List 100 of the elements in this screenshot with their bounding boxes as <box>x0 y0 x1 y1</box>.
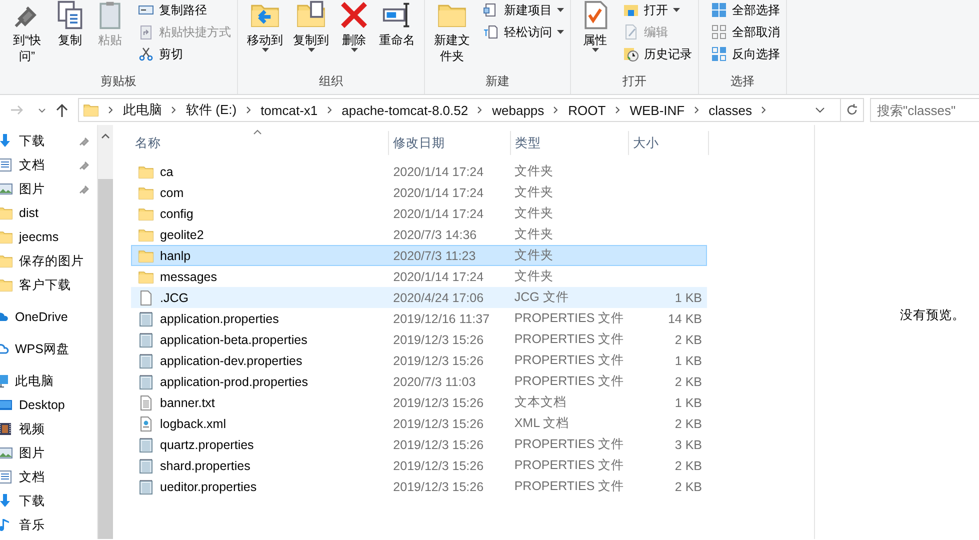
nav-item[interactable]: 下载 <box>0 489 97 513</box>
folder-icon <box>83 102 99 118</box>
nav-item[interactable]: 图片 <box>0 177 97 201</box>
ribbon-button[interactable]: 到“快问” <box>6 0 48 70</box>
address-bar[interactable]: 此电脑 软件 (E:) tomcat-x1 apache-tomcat-8.0.52 webapps ROOT WEB-INF classes <box>78 98 864 122</box>
ribbon-button[interactable]: 轻松访问 <box>483 23 564 41</box>
nav-item[interactable]: 保存的图片 <box>0 249 97 273</box>
download-icon <box>0 493 13 509</box>
table-cell-text: 2020/7/3 14:36 <box>392 228 478 242</box>
nav-item[interactable]: 下载 <box>0 129 97 153</box>
ribbon-button[interactable]: 属性 <box>577 0 613 70</box>
nav-item[interactable]: jeecms <box>0 225 97 249</box>
nav-item[interactable]: dist <box>0 201 97 225</box>
edit-icon <box>623 24 639 40</box>
pin-icon[interactable] <box>79 135 90 146</box>
scroll-up-icon[interactable] <box>101 133 110 139</box>
ribbon-button[interactable]: 新建项目 <box>483 1 564 19</box>
column-header[interactable]: 类型 <box>511 131 629 155</box>
breadcrumb[interactable]: apache-tomcat-8.0.52 <box>342 102 468 118</box>
folder-icon <box>138 248 154 264</box>
dropdown-icon[interactable] <box>815 107 825 113</box>
ribbon-button[interactable]: 新建文件夹 <box>431 0 473 70</box>
file-row[interactable]: application.properties 2019/12/16 11:37 PROPERTIES 文件 14 KB <box>131 308 707 329</box>
nav-item[interactable]: OneDrive <box>0 305 97 329</box>
table-cell-text: 2019/12/3 15:26 <box>392 416 485 430</box>
column-header[interactable]: 名称 <box>131 131 389 155</box>
file-row[interactable]: .JCG 2020/4/24 17:06 JCG 文件 1 KB <box>131 287 707 308</box>
ribbon-button[interactable]: 全部取消 <box>711 23 780 41</box>
file-row[interactable]: logback.xml 2019/12/3 15:26 XML 文档 2 KB <box>131 413 707 434</box>
nav-item[interactable]: 文档 <box>0 153 97 177</box>
select-none-icon <box>711 24 727 40</box>
column-header[interactable]: 修改日期 <box>389 131 511 155</box>
file-row[interactable]: application-dev.properties 2019/12/3 15:26 PROPERTIES 文件 1 KB <box>131 350 707 371</box>
file-name: application-dev.properties <box>160 354 302 368</box>
ribbon-button[interactable]: 反向选择 <box>711 45 780 63</box>
dropdown-icon[interactable] <box>38 108 46 112</box>
file-row[interactable]: ueditor.properties 2019/12/3 15:26 PROPERTIES 文件 2 KB <box>131 476 707 497</box>
notepad-icon <box>138 458 154 474</box>
ribbon-button[interactable]: 剪切 <box>138 45 231 63</box>
file-row[interactable]: shard.properties 2019/12/3 15:26 PROPERTIES 文件 2 KB <box>131 455 707 476</box>
nav-item[interactable]: 图片 <box>0 441 97 465</box>
breadcrumb[interactable]: tomcat-x1 <box>260 102 318 118</box>
file-name: ueditor.properties <box>160 480 257 494</box>
table-cell-text: 2019/12/3 15:26 <box>392 480 485 494</box>
file-row[interactable]: banner.txt 2019/12/3 15:26 文本文档 1 KB <box>131 392 707 413</box>
breadcrumb[interactable]: ROOT <box>568 102 606 118</box>
breadcrumb[interactable]: WEB-INF <box>630 102 685 118</box>
breadcrumb[interactable]: classes <box>708 102 752 118</box>
nav-item[interactable]: 此电脑 <box>0 369 97 393</box>
ribbon-button[interactable]: 移动到 <box>244 0 286 70</box>
ribbon-button[interactable]: 复制到 <box>290 0 332 70</box>
file-row[interactable]: ca 2020/1/14 17:24 文件夹 <box>131 161 707 182</box>
file-row[interactable]: hanlp 2020/7/3 11:23 文件夹 <box>131 245 707 266</box>
file-row[interactable]: application-prod.properties 2020/7/3 11:03 PROPERTIES 文件 2 KB <box>131 371 707 392</box>
table-cell-text: 文件夹 <box>513 247 554 264</box>
breadcrumb[interactable]: 软件 (E:) <box>186 101 237 119</box>
table-cell-text: 文件夹 <box>513 205 554 222</box>
scrollbar[interactable] <box>97 125 113 539</box>
table-cell-text: 2 KB <box>674 480 703 494</box>
table-cell-text: PROPERTIES 文件 <box>513 373 626 390</box>
nav-item[interactable]: 文档 <box>0 465 97 489</box>
group-label: 剪贴板 <box>100 73 138 90</box>
nav-item[interactable]: WPS网盘 <box>0 337 97 361</box>
up-arrow-icon[interactable] <box>56 104 68 116</box>
nav-item[interactable]: Desktop <box>0 393 97 417</box>
table-cell-text: 2020/7/3 11:23 <box>392 248 477 262</box>
breadcrumb[interactable]: 此电脑 <box>123 101 162 119</box>
search-field[interactable]: 搜索"classes" <box>870 98 979 122</box>
nav-item[interactable]: 客户下载 <box>0 273 97 297</box>
refresh-icon[interactable] <box>846 104 858 116</box>
ribbon-button[interactable]: 复制 <box>52 0 88 70</box>
file-row[interactable]: application-beta.properties 2019/12/3 15:26 PROPERTIES 文件 2 KB <box>131 329 707 350</box>
ribbon-button[interactable]: 删除 <box>336 0 372 70</box>
caret-icon <box>350 48 358 52</box>
file-row[interactable]: quartz.properties 2019/12/3 15:26 PROPERTIES 文件 3 KB <box>131 434 707 455</box>
breadcrumb[interactable]: webapps <box>492 102 544 118</box>
group-label: 选择 <box>730 73 756 90</box>
file-row[interactable]: com 2020/1/14 17:24 文件夹 <box>131 182 707 203</box>
column-header[interactable]: 大小 <box>629 131 709 155</box>
xml-file-icon <box>138 416 154 432</box>
file-name: geolite2 <box>160 228 204 242</box>
file-name: banner.txt <box>160 396 215 410</box>
document-icon <box>0 469 13 485</box>
ribbon-button[interactable]: 复制路径 <box>138 1 231 19</box>
nav-item[interactable]: 音乐 <box>0 513 97 537</box>
monitor-icon <box>0 397 13 413</box>
ribbon-button[interactable]: 打开 <box>623 1 692 19</box>
ribbon-button[interactable]: 全部选择 <box>711 1 780 19</box>
table-cell-text: 2019/12/3 15:26 <box>392 458 485 472</box>
nav-item[interactable]: 视频 <box>0 417 97 441</box>
pin-icon[interactable] <box>79 183 90 194</box>
folder-icon <box>138 164 154 180</box>
file-row[interactable]: messages 2020/1/14 17:24 文件夹 <box>131 266 707 287</box>
file-row[interactable]: geolite2 2020/7/3 14:36 文件夹 <box>131 224 707 245</box>
file-row[interactable]: config 2020/1/14 17:24 文件夹 <box>131 203 707 224</box>
table-cell-text: 2019/12/3 15:26 <box>392 354 485 368</box>
ribbon-button[interactable]: 历史记录 <box>623 45 692 63</box>
table-cell-text: PROPERTIES 文件 <box>513 457 626 474</box>
pin-icon[interactable] <box>79 159 90 170</box>
ribbon-button[interactable]: 重命名 <box>376 0 418 70</box>
